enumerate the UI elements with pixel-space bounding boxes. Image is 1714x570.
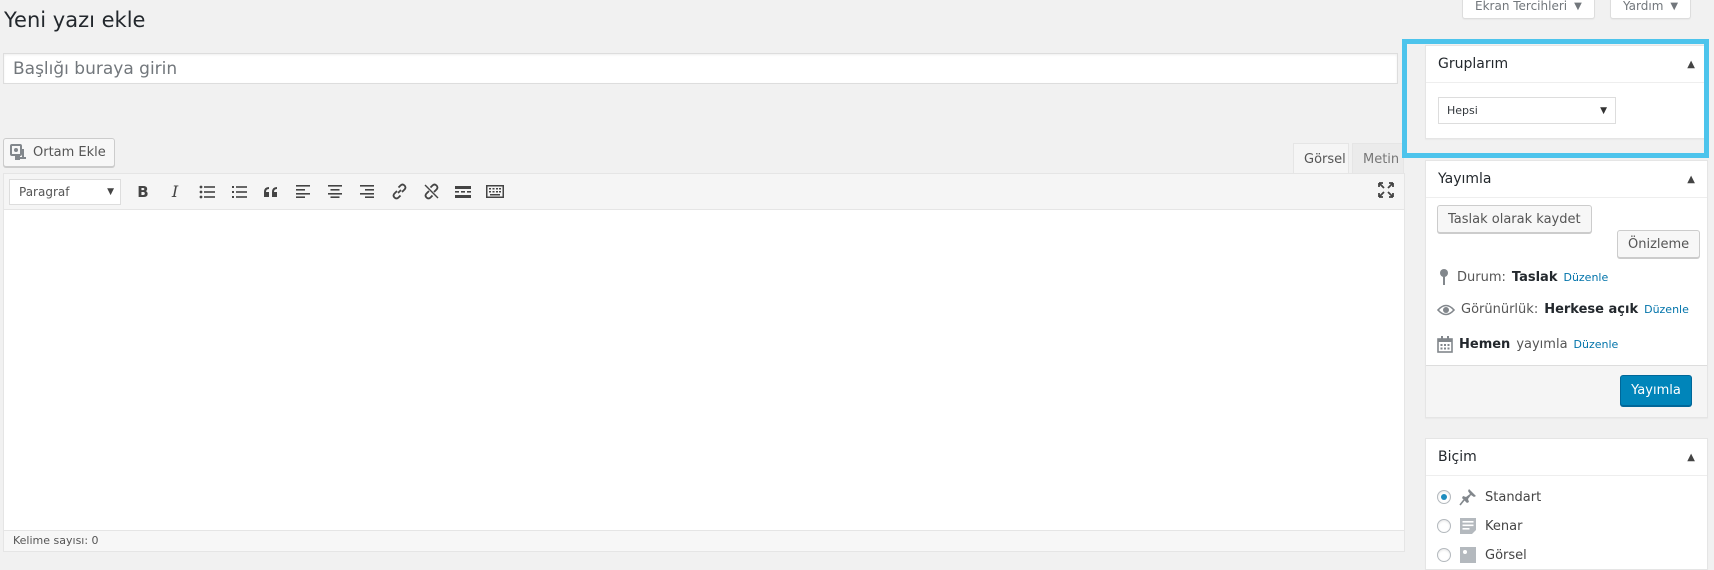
align-left-icon	[296, 185, 310, 198]
link-icon	[392, 183, 406, 200]
schedule-row: Hemen yayımla Düzenle	[1437, 336, 1618, 353]
schedule-value: Hemen	[1459, 337, 1511, 352]
collapse-arrow-icon[interactable]: ▲	[1687, 452, 1695, 463]
content-editor[interactable]: Paragraf ▼ B I Kelime sayısı: 0	[3, 173, 1405, 552]
bold-button[interactable]: B	[127, 178, 159, 206]
format-option-label: Kenar	[1485, 518, 1523, 534]
bullet-list-button[interactable]	[191, 178, 223, 206]
save-draft-button[interactable]: Taslak olarak kaydet	[1437, 205, 1592, 233]
publish-box-header[interactable]: Yayımla ▲	[1426, 161, 1707, 198]
editor-toolbar: Paragraf ▼ B I	[4, 174, 1404, 210]
add-media-button[interactable]: Ortam Ekle	[3, 138, 115, 167]
media-icon	[10, 144, 26, 160]
align-center-icon	[328, 185, 342, 198]
chevron-down-icon: ▼	[107, 186, 114, 197]
publish-box-title: Yayımla	[1438, 171, 1492, 187]
tab-text[interactable]: Metin	[1352, 143, 1404, 174]
fullscreen-button[interactable]	[1378, 182, 1394, 202]
toolbar-toggle-icon	[486, 185, 504, 198]
remove-link-button[interactable]	[415, 178, 447, 206]
blockquote-icon	[264, 186, 277, 197]
screen-options-tab[interactable]: Ekran Tercihleri ▼	[1462, 0, 1595, 19]
bold-icon: B	[137, 182, 149, 201]
format-box-header[interactable]: Biçim ▲	[1426, 439, 1707, 476]
blockquote-button[interactable]	[255, 178, 287, 206]
tab-visual[interactable]: Görsel	[1293, 143, 1349, 174]
edit-schedule-link[interactable]: Düzenle	[1574, 338, 1619, 351]
format-value: Paragraf	[19, 184, 70, 199]
highlight-frame	[1402, 39, 1709, 158]
numbered-list-button[interactable]	[223, 178, 255, 206]
visibility-value: Herkese açık	[1544, 302, 1639, 317]
align-right-button[interactable]	[351, 178, 383, 206]
chevron-down-icon: ▼	[1574, 0, 1582, 12]
status-value: Taslak	[1511, 269, 1558, 285]
edit-status-link[interactable]: Düzenle	[1563, 271, 1608, 284]
schedule-suffix: yayımla	[1516, 337, 1568, 352]
aside-icon	[1460, 518, 1476, 534]
add-media-label: Ortam Ekle	[33, 145, 106, 160]
preview-button[interactable]: Önizleme	[1617, 230, 1701, 258]
read-more-button[interactable]	[447, 178, 479, 206]
bullet-list-icon	[199, 185, 215, 198]
format-option-standard[interactable]: Standart	[1437, 488, 1541, 506]
format-select[interactable]: Paragraf ▼	[9, 178, 121, 205]
radio-button[interactable]	[1437, 490, 1451, 504]
format-box-title: Biçim	[1438, 449, 1477, 465]
insert-link-button[interactable]	[383, 178, 415, 206]
collapse-arrow-icon[interactable]: ▲	[1687, 174, 1695, 185]
align-right-icon	[360, 185, 374, 198]
radio-button[interactable]	[1437, 548, 1451, 562]
fullscreen-icon	[1378, 182, 1394, 198]
toolbar-toggle-button[interactable]	[479, 178, 511, 206]
format-option-aside[interactable]: Kenar	[1437, 517, 1522, 535]
numbered-list-icon	[232, 185, 247, 198]
format-option-image[interactable]: Görsel	[1437, 546, 1527, 564]
edit-visibility-link[interactable]: Düzenle	[1644, 303, 1689, 316]
format-option-label: Standart	[1485, 489, 1542, 505]
format-option-label: Görsel	[1485, 547, 1527, 563]
publish-button[interactable]: Yayımla	[1620, 375, 1692, 406]
help-tab[interactable]: Yardım ▼	[1610, 0, 1692, 19]
help-label: Yardım	[1623, 0, 1664, 13]
visibility-label: Görünürlük:	[1461, 302, 1539, 317]
pin-icon	[1440, 269, 1448, 285]
visibility-row: Görünürlük: Herkese açık Düzenle	[1437, 302, 1689, 317]
eye-icon	[1437, 304, 1455, 315]
align-left-button[interactable]	[287, 178, 319, 206]
screen-options-label: Ekran Tercihleri	[1475, 0, 1568, 13]
status-label: Durum:	[1457, 269, 1506, 285]
italic-icon: I	[171, 182, 179, 201]
read-more-icon	[455, 185, 471, 198]
pushpin-icon	[1459, 489, 1476, 506]
italic-button[interactable]: I	[159, 178, 191, 206]
word-count: Kelime sayısı: 0	[4, 530, 1404, 551]
align-center-button[interactable]	[319, 178, 351, 206]
post-title-input[interactable]: Başlığı buraya girin	[3, 53, 1398, 84]
status-row: Durum: Taslak Düzenle	[1437, 268, 1608, 286]
chevron-down-icon: ▼	[1670, 0, 1679, 12]
radio-button[interactable]	[1437, 519, 1451, 533]
unlink-icon	[424, 183, 438, 200]
image-icon	[1460, 547, 1476, 563]
page-title: Yeni yazı ekle	[4, 8, 146, 32]
calendar-icon	[1437, 336, 1453, 353]
